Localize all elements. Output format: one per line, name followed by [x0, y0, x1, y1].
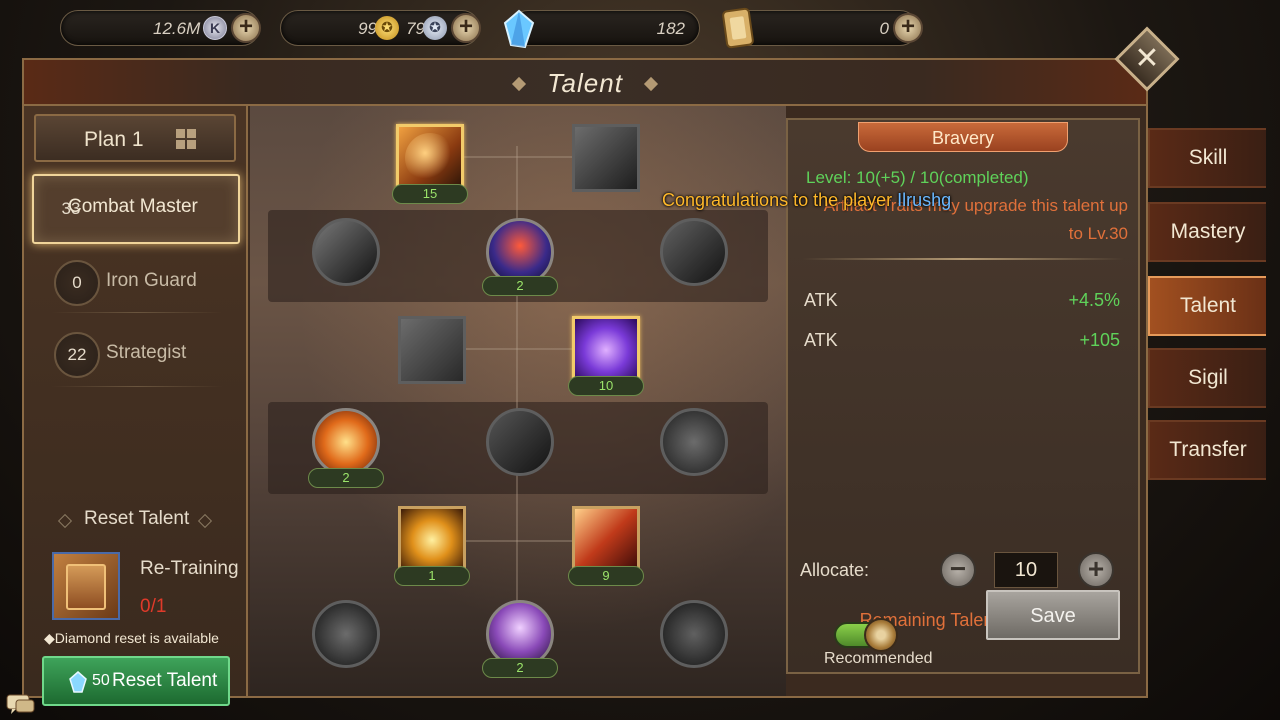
chat-icon[interactable]: [6, 694, 36, 716]
talent-level: Level: 10(+5) / 10(completed): [806, 168, 1029, 187]
gold-currency-bar: 12.6M K +: [60, 10, 261, 46]
reset-cost: 50: [92, 672, 110, 689]
crystal-icon: [69, 671, 87, 693]
connector-line: [450, 348, 590, 350]
grid-icon[interactable]: [176, 129, 196, 149]
card-currency-bar: 0 +: [722, 7, 923, 49]
reset-talent-title: Reset Talent: [84, 508, 190, 529]
tab-label: Skill: [1188, 146, 1228, 169]
stat-value: +105: [1079, 330, 1120, 350]
reset-button-label: Reset Talent: [112, 670, 218, 691]
talent-node-locked[interactable]: [486, 408, 554, 476]
talent-node-active[interactable]: [398, 506, 466, 574]
save-button[interactable]: Save: [986, 590, 1120, 640]
talent-node-locked[interactable]: [312, 600, 380, 668]
node-level-badge: 2: [482, 658, 558, 678]
node-level-badge: 15: [392, 184, 468, 204]
stat-label: ATK: [804, 290, 838, 310]
panel-header: Talent: [24, 60, 1146, 106]
talent-node-active[interactable]: [572, 316, 640, 384]
close-icon[interactable]: ✕: [1124, 38, 1170, 80]
broadcast-player-name[interactable]: Ilrushg: [897, 190, 951, 210]
card-amount: 0: [879, 19, 889, 38]
save-label: Save: [1030, 605, 1076, 627]
tree-item-iron-guard[interactable]: 0 Iron Guard: [32, 250, 240, 314]
retraining-book-icon: [52, 552, 120, 620]
allocate-label: Allocate:: [800, 560, 870, 580]
tree-item-combat-master[interactable]: 33 Combat Master: [32, 174, 240, 244]
talent-node-locked[interactable]: [660, 218, 728, 286]
tree-points: 0: [54, 260, 100, 306]
talent-node-active[interactable]: [312, 408, 380, 476]
divider: [52, 312, 222, 313]
page-title: Talent: [547, 68, 623, 98]
retraining-label: Re-Training: [140, 558, 239, 579]
tree-name: Iron Guard: [106, 270, 197, 291]
divider: [52, 386, 222, 387]
node-level-badge: 1: [394, 566, 470, 586]
crystal-amount: 182: [656, 19, 685, 38]
reset-talent-button[interactable]: 50 Reset Talent: [42, 656, 230, 706]
add-gold-plus-icon[interactable]: +: [231, 13, 261, 43]
k-coin-icon: K: [203, 16, 227, 40]
recommended-toggle[interactable]: [834, 618, 898, 652]
tab-label: Sigil: [1188, 366, 1228, 389]
coins-currency-bar: 99 ✪ 79 ✪ +: [280, 10, 481, 46]
tree-name: Combat Master: [68, 196, 198, 217]
tree-item-strategist[interactable]: 22 Strategist: [32, 322, 240, 386]
recommended-label: Recommended: [824, 650, 933, 667]
gold-coin-icon: ✪: [375, 16, 399, 40]
plan-selector-button[interactable]: Plan 1: [34, 114, 236, 162]
coin-a-amount: 99: [358, 19, 377, 38]
tab-transfer[interactable]: Transfer: [1148, 420, 1266, 480]
connector-line: [450, 540, 590, 542]
talent-node-locked[interactable]: [572, 124, 640, 192]
talent-node-locked[interactable]: [660, 408, 728, 476]
tab-label: Transfer: [1169, 438, 1247, 461]
stat-label: ATK: [804, 330, 838, 350]
retraining-count: 0/1: [140, 596, 167, 617]
connector-line: [450, 156, 590, 158]
divider: [802, 258, 1124, 260]
tab-mastery[interactable]: Mastery: [1148, 202, 1266, 262]
node-level-badge: 2: [482, 276, 558, 296]
talent-node-active[interactable]: [572, 506, 640, 574]
talent-tree-list: Plan 1 33 Combat Master 0 Iron Guard 22 …: [24, 106, 248, 706]
toggle-knob: [864, 618, 898, 652]
talent-node-bravery[interactable]: [396, 124, 464, 192]
plus-icon[interactable]: +: [1078, 552, 1114, 588]
talent-name: Bravery: [931, 128, 994, 148]
broadcast-prefix: Congratulations to the player: [662, 190, 898, 210]
tab-talent[interactable]: Talent: [1148, 276, 1266, 336]
tab-label: Mastery: [1170, 220, 1246, 243]
crystal-icon: [503, 9, 535, 49]
tab-label: Talent: [1179, 294, 1237, 317]
card-icon: [722, 7, 754, 49]
crystal-currency-bar: 182: [503, 9, 700, 49]
tree-points: 22: [54, 332, 100, 378]
talent-node-locked[interactable]: [660, 600, 728, 668]
tab-sigil[interactable]: Sigil: [1148, 348, 1266, 408]
coin-b-amount: 79: [406, 19, 425, 38]
diamond-ornament-right: [197, 513, 213, 529]
talent-node-locked[interactable]: [398, 316, 466, 384]
tab-skill[interactable]: Skill: [1148, 128, 1266, 188]
stat-value: +4.5%: [1068, 290, 1120, 310]
tree-name: Strategist: [106, 342, 187, 363]
talent-node-locked[interactable]: [312, 218, 380, 286]
allocate-input[interactable]: 10: [994, 552, 1058, 588]
broadcast-message: Congratulations to the player Ilrushg: [662, 190, 951, 211]
diamond-reset-note: ◆Diamond reset is available: [44, 630, 219, 646]
add-coins-plus-icon[interactable]: +: [451, 13, 481, 43]
node-level-badge: 2: [308, 468, 384, 488]
node-level-badge: 10: [568, 376, 644, 396]
plan-label: Plan 1: [84, 128, 144, 151]
diamond-ornament-left: [57, 513, 73, 529]
silver-coin-icon: ✪: [423, 16, 447, 40]
talent-panel: Talent Plan 1 33 Combat Master 0 Iron Gu…: [22, 58, 1148, 706]
minus-icon[interactable]: −: [940, 552, 976, 588]
add-card-plus-icon[interactable]: +: [893, 13, 923, 43]
talent-name-banner: Bravery: [858, 122, 1068, 152]
node-level-badge: 9: [568, 566, 644, 586]
